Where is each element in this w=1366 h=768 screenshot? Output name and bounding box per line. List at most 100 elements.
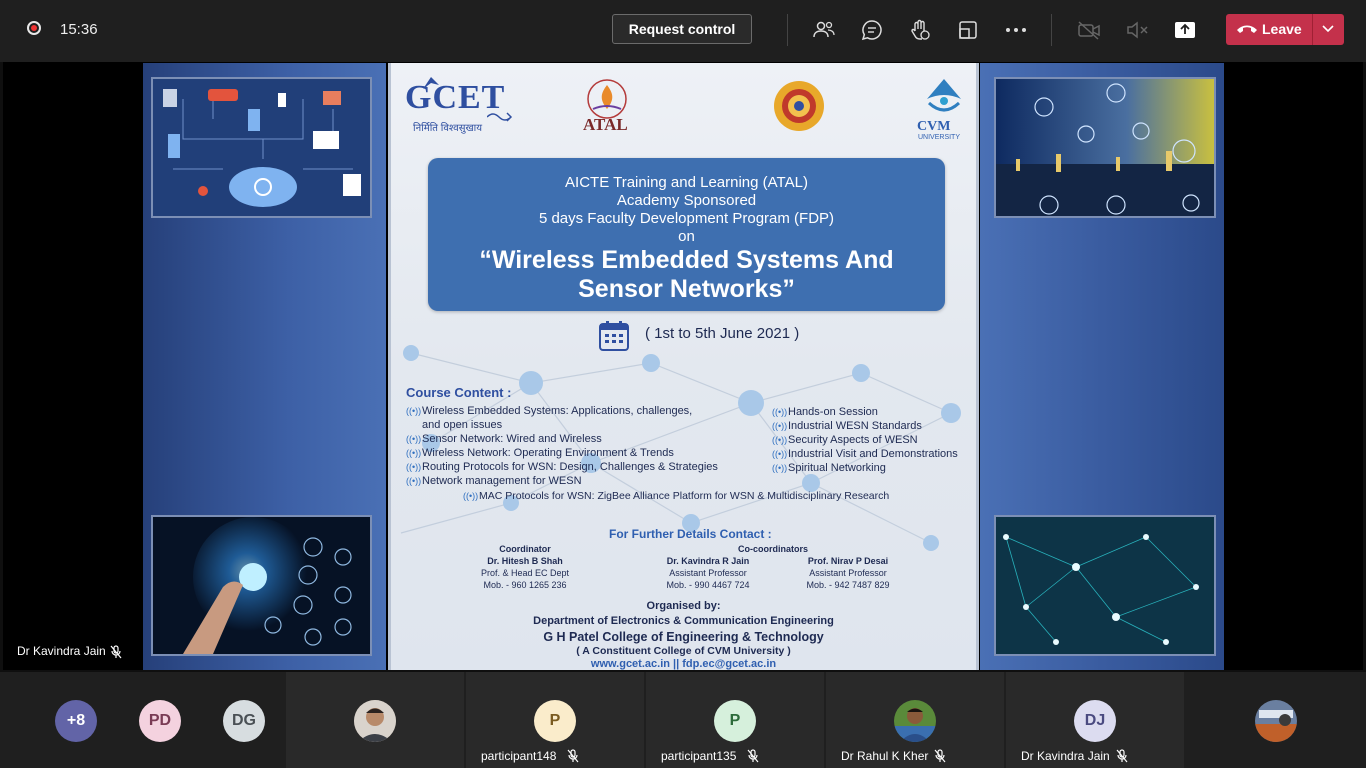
fdp-poster: GCET निर्मिति विश्वसुखाय ATAL CVM UNIVER…	[388, 63, 979, 670]
cvm-logo: CVM	[917, 119, 951, 134]
course-item: ((•))Sensor Network: Wired and Wireless	[406, 433, 602, 445]
constituent-note: ( A Constituent College of CVM Universit…	[576, 645, 791, 657]
co-coordinator-title: Assistant Professor	[669, 568, 747, 578]
participant-name: Dr Kavindra Jain	[1021, 749, 1110, 763]
chevron-down-icon[interactable]	[1322, 25, 1334, 33]
co-coordinator-name: Dr. Kavindra R Jain	[666, 556, 750, 566]
coordinator-name: Dr. Hitesh B Shah	[487, 556, 563, 566]
participant-name: Dr Rahul K Kher	[841, 749, 929, 763]
banner-line-3: 5 days Faculty Development Program (FDP)	[538, 210, 835, 227]
college-name: G H Patel College of Engineering & Techn…	[543, 630, 824, 644]
avatar-photo[interactable]	[894, 700, 936, 742]
antenna-bullet-icon: ((•))	[406, 476, 422, 486]
course-content-heading: Course Content :	[406, 385, 512, 400]
meeting-toolbar: 15:36 Request control Leave	[0, 0, 1366, 62]
mic-muted-icon	[1116, 749, 1128, 763]
leave-label: Leave	[1262, 21, 1302, 37]
course-item: ((•))Spiritual Networking	[772, 462, 886, 474]
antenna-bullet-icon: ((•))	[406, 406, 422, 416]
coordinator-role: Coordinator	[499, 544, 551, 554]
participants-icon[interactable]	[811, 17, 837, 43]
antenna-bullet-icon: ((•))	[772, 421, 788, 431]
camera-off-icon[interactable]	[1076, 17, 1102, 43]
smart-city-image	[994, 77, 1216, 218]
banner-line-4: on	[678, 228, 695, 245]
atal-logo-flame-icon	[587, 79, 627, 119]
organised-by-label: Organised by:	[646, 600, 721, 612]
banner-line-2: Academy Sponsored	[616, 192, 757, 209]
share-screen-icon[interactable]	[1172, 17, 1198, 43]
co-coordinator-mobile: Mob. - 942 7487 829	[806, 580, 890, 590]
aicte-logo-icon	[774, 81, 824, 131]
gcet-logo-tagline: निर्मिति विश्वसुखाय	[413, 123, 483, 134]
co-coordinators-heading: Co-coordinators	[737, 544, 808, 554]
co-coordinator-name: Prof. Nirav P Desai	[807, 556, 889, 566]
meeting-timer: 15:36	[60, 21, 98, 38]
cvm-logo-sub: UNIVERSITY	[918, 134, 961, 141]
cvm-logo-icon	[927, 79, 961, 112]
more-icon[interactable]	[1003, 17, 1029, 43]
title-banner: AICTE Training and Learning (ATAL) Acade…	[428, 158, 945, 311]
banner-title-2: Sensor Networks”	[578, 275, 795, 303]
co-coordinator-mobile: Mob. - 990 4467 724	[666, 580, 750, 590]
leave-button[interactable]: Leave	[1226, 14, 1344, 45]
presenter-name: Dr Kavindra Jain	[17, 644, 106, 658]
course-item: ((•))Wireless Embedded Systems: Applicat…	[406, 405, 693, 417]
avatar-photo[interactable]	[354, 700, 396, 742]
toolbar-divider	[787, 14, 788, 46]
antenna-bullet-icon: ((•))	[772, 407, 788, 417]
course-item: ((•))Industrial WESN Standards	[772, 420, 922, 432]
more-participants-avatar[interactable]: +8	[55, 700, 97, 742]
co-coordinator-block: Dr. Kavindra R Jain Assistant Professor …	[653, 555, 763, 591]
contact-heading: For Further Details Contact :	[609, 527, 772, 541]
course-item-continuation: and open issues	[422, 419, 503, 431]
atal-logo: ATAL	[583, 115, 628, 134]
course-item: ((•))Routing Protocols for WSN: Design, …	[406, 461, 718, 473]
avatar[interactable]: DG	[223, 700, 265, 742]
course-item: ((•))Network management for WESN	[406, 475, 582, 487]
antenna-bullet-icon: ((•))	[772, 449, 788, 459]
calendar-icon	[599, 321, 629, 351]
course-item: ((•))Hands-on Session	[772, 406, 878, 418]
participant-name: participant135	[661, 749, 737, 763]
wifi-network-image	[994, 515, 1216, 656]
coordinator-title: Prof. & Head EC Dept	[480, 568, 570, 578]
course-item: ((•))Industrial Visit and Demonstrations	[772, 448, 958, 460]
antenna-bullet-icon: ((•))	[406, 448, 422, 458]
program-dates: ( 1st to 5th June 2021 )	[645, 325, 800, 342]
coordinator-mobile: Mob. - 960 1265 236	[483, 580, 567, 590]
phone-hangup-icon	[1237, 25, 1257, 33]
recording-indicator-icon	[27, 21, 41, 35]
antenna-bullet-icon: ((•))	[406, 462, 422, 472]
mic-muted-icon	[567, 749, 579, 763]
antenna-bullet-icon: ((•))	[406, 434, 422, 444]
mic-muted-icon	[747, 749, 759, 763]
view-icon[interactable]	[955, 17, 981, 43]
avatar[interactable]: P	[714, 700, 756, 742]
chat-icon[interactable]	[859, 17, 885, 43]
antenna-bullet-icon: ((•))	[463, 491, 479, 501]
iot-devices-image	[151, 77, 372, 218]
avatar-photo[interactable]	[1255, 700, 1297, 742]
course-item: ((•))Wireless Network: Operating Environ…	[406, 447, 674, 459]
avatar[interactable]: P	[534, 700, 576, 742]
course-item: ((•))MAC Protocols for WSN: ZigBee Allia…	[463, 490, 890, 502]
mic-muted-icon	[110, 645, 122, 659]
gcet-logo-bird-icon	[423, 77, 439, 89]
co-coordinator-title: Assistant Professor	[809, 568, 887, 578]
contact-links: www.gcet.ac.in || fdp.ec@gcet.ac.in	[590, 658, 777, 670]
avatar[interactable]: DJ	[1074, 700, 1116, 742]
mic-off-icon[interactable]	[1124, 17, 1150, 43]
co-coordinator-block: Prof. Nirav P Desai Assistant Professor …	[793, 555, 903, 591]
banner-title-1: “Wireless Embedded Systems And	[479, 246, 894, 274]
gcet-logo-arrow-icon	[487, 112, 513, 122]
banner-line-1: AICTE Training and Learning (ATAL)	[565, 174, 808, 191]
toolbar-divider	[1051, 14, 1052, 46]
raise-hand-icon[interactable]	[907, 17, 933, 43]
avatar[interactable]: PD	[139, 700, 181, 742]
request-control-button[interactable]: Request control	[612, 14, 752, 44]
finger-touch-image	[151, 515, 372, 656]
course-item: ((•))Security Aspects of WESN	[772, 434, 918, 446]
antenna-bullet-icon: ((•))	[772, 463, 788, 473]
coordinator-block: Coordinator Dr. Hitesh B Shah Prof. & He…	[475, 543, 575, 591]
